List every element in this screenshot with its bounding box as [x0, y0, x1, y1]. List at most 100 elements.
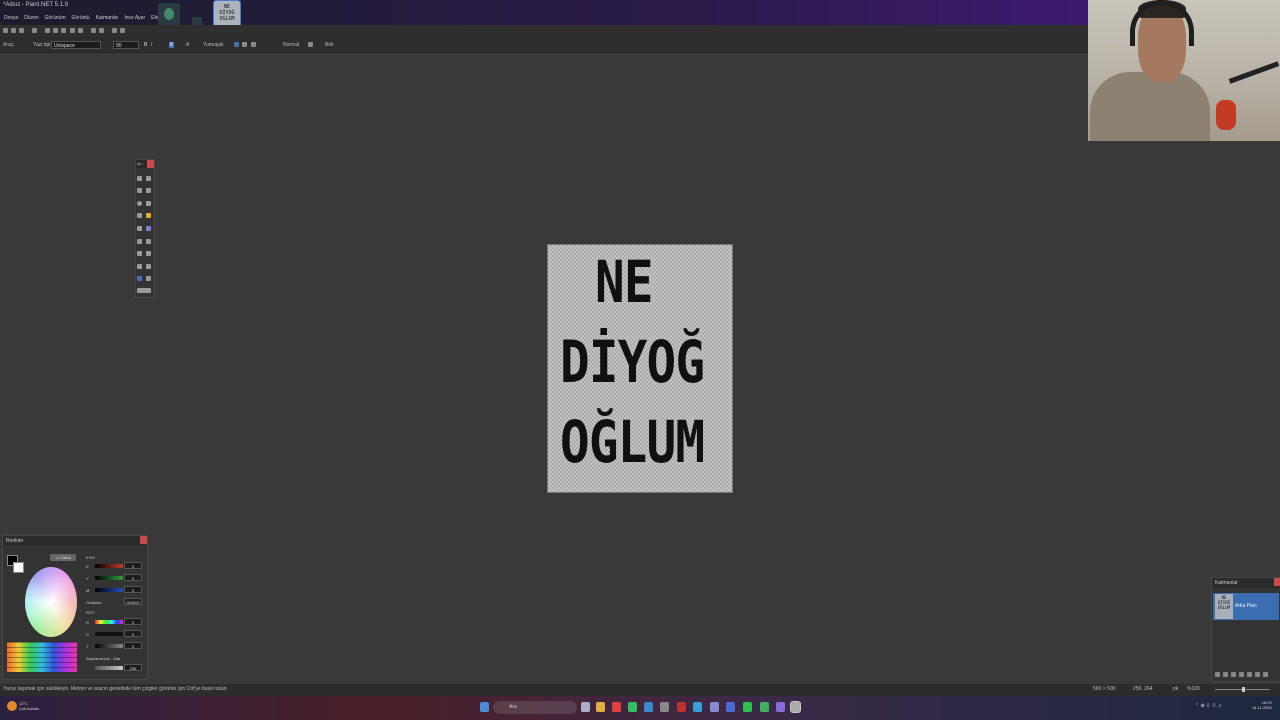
green-input[interactable]: 0	[124, 574, 142, 581]
weather-icon[interactable]	[7, 701, 17, 711]
value-input[interactable]: 0	[124, 642, 142, 649]
saturation-slider[interactable]	[95, 632, 123, 636]
less-button[interactable]: << Daha	[50, 554, 76, 561]
undo-icon[interactable]	[91, 28, 96, 33]
finish-button[interactable]: Bitir	[325, 42, 334, 48]
color-palette[interactable]	[7, 642, 77, 672]
bold-button[interactable]: B	[144, 42, 147, 48]
obs-icon[interactable]	[776, 702, 785, 712]
ellipse-select-tool[interactable]	[137, 201, 142, 206]
line-curve-tool[interactable]	[146, 276, 151, 281]
magic-wand-tool[interactable]	[137, 213, 142, 218]
redo-icon[interactable]	[99, 28, 104, 33]
align-right-icon[interactable]	[251, 42, 256, 47]
move-tool[interactable]	[146, 176, 151, 181]
document-thumbnail-1[interactable]	[158, 3, 180, 25]
alpha-input[interactable]: 255	[124, 664, 142, 671]
blend-mode-label[interactable]: Normal	[283, 42, 299, 48]
menu-adjustments[interactable]: İnce Ayar	[124, 15, 145, 21]
hex-input[interactable]: 000000	[124, 598, 142, 605]
pan-tool[interactable]	[146, 213, 151, 218]
ruler-icon[interactable]	[120, 28, 125, 33]
align-left-icon[interactable]	[234, 42, 239, 47]
new-icon[interactable]	[3, 28, 8, 33]
zoom-level[interactable]: %100	[1187, 686, 1200, 692]
hue-slider[interactable]	[95, 620, 123, 624]
text-tool[interactable]	[137, 276, 142, 281]
red-slider[interactable]	[95, 564, 123, 568]
menu-edit[interactable]: Düzen	[24, 15, 38, 21]
pencil-tool[interactable]	[137, 251, 142, 256]
green-slider[interactable]	[95, 576, 123, 580]
color-picker-tool[interactable]	[146, 251, 151, 256]
add-layer-icon[interactable]	[1215, 672, 1220, 677]
spotify-icon[interactable]	[743, 702, 752, 712]
merge-layer-icon[interactable]	[1239, 672, 1244, 677]
opera-icon[interactable]	[677, 702, 686, 712]
store-icon[interactable]	[660, 702, 669, 712]
rectangle-select-tool[interactable]	[137, 176, 142, 181]
align-center-icon[interactable]	[242, 42, 247, 47]
shapes-tool[interactable]	[137, 288, 151, 293]
vscode-icon[interactable]	[726, 702, 735, 712]
file-explorer-icon[interactable]	[596, 702, 605, 712]
italic-button[interactable]: I	[151, 42, 152, 48]
menu-image[interactable]: Görüntü	[71, 15, 89, 21]
grid-icon[interactable]	[112, 28, 117, 33]
cut-icon[interactable]	[45, 28, 50, 33]
blue-slider[interactable]	[95, 588, 123, 592]
close-icon[interactable]	[140, 536, 147, 544]
layer-row-background[interactable]: NE DİYOĞ OĞLUM Arka Plan	[1213, 593, 1279, 620]
value-slider[interactable]	[95, 644, 123, 648]
recolor-tool[interactable]	[146, 264, 151, 269]
taskbar-search[interactable]: Ara	[493, 701, 577, 714]
paintbrush-tool[interactable]	[137, 239, 142, 244]
clock[interactable]: 16:29 14.11.2025	[1252, 700, 1272, 710]
paintnet-taskbar-icon[interactable]	[790, 701, 801, 713]
paste-icon[interactable]	[61, 28, 66, 33]
gradient-tool[interactable]	[146, 226, 151, 231]
font-style-button[interactable]: K	[169, 42, 175, 48]
zoom-slider-thumb[interactable]	[1242, 687, 1245, 692]
menu-view[interactable]: Görünüm	[45, 15, 66, 21]
image-canvas[interactable]: NE DİYOĞ OĞLUM	[547, 244, 733, 493]
whatsapp-icon[interactable]	[628, 702, 637, 712]
deselect-icon[interactable]	[78, 28, 83, 33]
lasso-tool[interactable]	[137, 188, 142, 193]
telegram-icon[interactable]	[644, 702, 653, 712]
app-icon[interactable]	[710, 702, 719, 712]
red-input[interactable]: 0	[124, 562, 142, 569]
duplicate-layer-icon[interactable]	[1231, 672, 1236, 677]
open-icon[interactable]	[11, 28, 16, 33]
underline-button[interactable]: A	[186, 42, 189, 48]
task-view-icon[interactable]	[581, 702, 590, 712]
app2-icon[interactable]	[760, 702, 769, 712]
weather-widget[interactable]: 12°C Çok bulutlu	[19, 701, 39, 711]
paint-bucket-tool[interactable]	[137, 226, 142, 231]
units-selector[interactable]: pk	[1173, 686, 1178, 692]
menu-file[interactable]: Dosya	[4, 15, 18, 21]
system-tray[interactable]: ⌃ ⊕ ⇩ ⌔ ♫	[1195, 703, 1222, 709]
color-wheel[interactable]	[25, 567, 77, 637]
layer-properties-icon[interactable]	[1263, 672, 1268, 677]
start-icon[interactable]	[480, 702, 489, 712]
copy-icon[interactable]	[53, 28, 58, 33]
delete-layer-icon[interactable]	[1223, 672, 1228, 677]
crop-icon[interactable]	[70, 28, 75, 33]
color-icon[interactable]	[308, 42, 313, 47]
antialias-label[interactable]: Yumuşak	[203, 42, 224, 48]
move-layer-up-icon[interactable]	[1247, 672, 1252, 677]
print-icon[interactable]	[32, 28, 37, 33]
secondary-color-swatch[interactable]	[13, 562, 24, 573]
blue-input[interactable]: 0	[124, 586, 142, 593]
move-selection-tool[interactable]	[146, 188, 151, 193]
saturation-input[interactable]: 0	[124, 630, 142, 637]
font-size-selector[interactable]: 90	[113, 41, 139, 49]
zoom-tool[interactable]	[146, 201, 151, 206]
close-icon[interactable]	[147, 160, 154, 168]
menu-layers[interactable]: Katmanlar	[96, 15, 119, 21]
clone-stamp-tool[interactable]	[137, 264, 142, 269]
edge-icon[interactable]	[693, 702, 702, 712]
eraser-tool[interactable]	[146, 239, 151, 244]
hue-input[interactable]: 0	[124, 618, 142, 625]
